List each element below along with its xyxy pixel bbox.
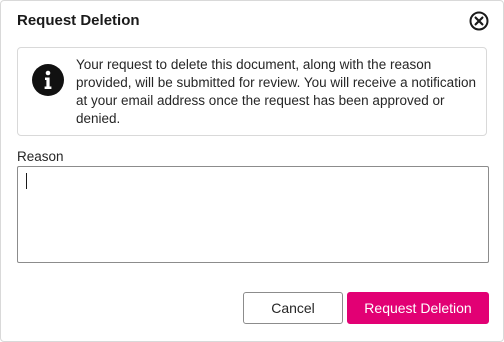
info-icon [32,64,64,96]
info-notice: Your request to delete this document, al… [17,47,487,136]
text-caret [26,173,27,189]
close-button[interactable] [469,11,489,31]
reason-input[interactable] [17,166,489,263]
request-deletion-dialog: Request Deletion Your request to delete … [0,0,504,342]
info-message: Your request to delete this document, al… [76,57,476,126]
request-deletion-button[interactable]: Request Deletion [347,292,489,324]
reason-label: Reason [17,149,64,164]
close-circle-icon [469,11,489,31]
dialog-title: Request Deletion [17,12,140,29]
cancel-button[interactable]: Cancel [243,292,343,324]
